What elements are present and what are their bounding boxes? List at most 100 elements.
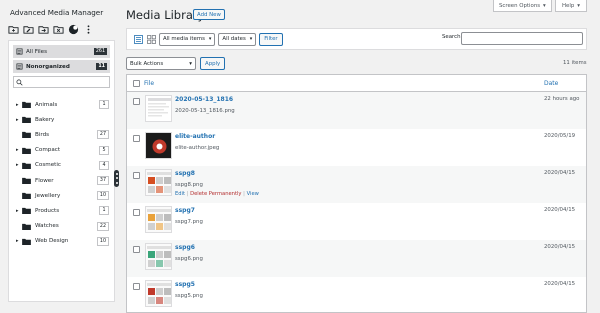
- bulk-actions-value: Bulk Actions: [130, 60, 164, 67]
- row-checkbox[interactable]: [133, 209, 140, 216]
- folder-name: Bakery: [35, 116, 55, 123]
- folder-item[interactable]: ▸ Products 1: [9, 203, 114, 218]
- thumbnail-image[interactable]: [145, 280, 172, 307]
- search-label: Search: [442, 34, 461, 40]
- count-badge: 11: [96, 63, 107, 70]
- filter-label: Nonorganized: [26, 63, 70, 70]
- items-count: 11 items: [563, 60, 587, 66]
- grid-view-icon[interactable]: [146, 34, 156, 44]
- rename-folder-icon[interactable]: [23, 24, 34, 35]
- thumbnail-image[interactable]: [145, 243, 172, 270]
- folder-count: 10: [96, 236, 109, 246]
- screen-options-button[interactable]: Screen Options ▾: [493, 0, 552, 12]
- column-file[interactable]: File: [144, 80, 154, 87]
- media-filename: elite-author.jpeg: [175, 145, 220, 151]
- move-folder-icon[interactable]: [38, 24, 49, 35]
- folder-item[interactable]: Birds 27: [9, 127, 114, 142]
- media-type-select[interactable]: All media items ▾: [159, 32, 216, 46]
- panel-resize-handle[interactable]: [114, 170, 119, 187]
- media-title-link[interactable]: sspg6: [175, 244, 195, 251]
- folder-name: Animals: [35, 101, 58, 108]
- search-icon: [16, 79, 23, 86]
- bulk-actions-select[interactable]: Bulk Actions ▾: [126, 57, 196, 70]
- folder-name: Jewellery: [35, 192, 61, 199]
- folder-search-input[interactable]: [13, 76, 110, 88]
- new-folder-icon[interactable]: [8, 24, 19, 35]
- help-label: Help: [562, 2, 575, 9]
- media-title-link[interactable]: sspg7: [175, 207, 195, 214]
- folder-name: Products: [35, 207, 60, 214]
- add-new-button[interactable]: Add New: [193, 9, 225, 20]
- files-icon: [16, 63, 23, 70]
- column-date[interactable]: Date: [544, 80, 558, 87]
- table-row: sspg5 sspg5.png 2020/04/15: [127, 277, 586, 312]
- thumbnail-image[interactable]: [145, 132, 172, 159]
- filter-all-files[interactable]: All Files 261: [13, 45, 110, 58]
- thumbnail-image[interactable]: [145, 169, 172, 196]
- folder-icon: [22, 147, 31, 154]
- folder-count: 4: [99, 160, 109, 170]
- media-type-value: All media items: [163, 36, 205, 42]
- media-date: 22 hours ago: [544, 96, 580, 102]
- row-checkbox[interactable]: [133, 98, 140, 105]
- media-date: 2020/04/15: [544, 281, 576, 287]
- media-title-link[interactable]: elite-author: [175, 133, 215, 140]
- apply-button[interactable]: Apply: [200, 57, 226, 70]
- delete-permanently-link[interactable]: Delete Permanently: [190, 191, 241, 197]
- media-manager-panel: Advanced Media Manager All Files 261 Non…: [4, 0, 115, 313]
- media-filename: sspg7.png: [175, 219, 203, 225]
- folder-item[interactable]: Watches 22: [9, 219, 114, 234]
- media-title-link[interactable]: sspg8: [175, 170, 195, 177]
- theme-icon[interactable]: [68, 24, 79, 35]
- filter-button[interactable]: Filter: [259, 32, 283, 46]
- folder-item[interactable]: ▸ Cosmetic 4: [9, 158, 114, 173]
- folder-item[interactable]: ▸ Animals 1: [9, 97, 114, 112]
- folder-icon: [22, 223, 31, 230]
- folder-icon: [22, 117, 31, 124]
- folder-item[interactable]: ▸ Compact 5: [9, 143, 114, 158]
- media-filename: sspg8.png: [175, 182, 203, 188]
- media-title-link[interactable]: sspg5: [175, 281, 195, 288]
- folder-box: All Files 261 Nonorganized 11 ▸ Animals 1 ▸…: [8, 40, 115, 302]
- panel-title: Advanced Media Manager: [10, 8, 104, 17]
- row-checkbox[interactable]: [133, 246, 140, 253]
- count-badge: 261: [93, 48, 107, 55]
- folder-item[interactable]: ▸ Web Design 10: [9, 234, 114, 249]
- row-checkbox[interactable]: [133, 283, 140, 290]
- folder-icon: [22, 132, 31, 139]
- screen-options-label: Screen Options: [499, 2, 541, 9]
- filter-label: All Files: [26, 48, 47, 55]
- folder-item[interactable]: Jewellery 10: [9, 188, 114, 203]
- list-view-icon[interactable]: [133, 34, 143, 44]
- date-select[interactable]: All dates ▾: [218, 32, 257, 46]
- more-options-icon[interactable]: [83, 24, 94, 35]
- view-link[interactable]: View: [247, 191, 259, 197]
- chevron-down-icon: ▾: [189, 60, 192, 67]
- folder-icon: [22, 208, 31, 215]
- thumbnail-image[interactable]: [145, 95, 172, 122]
- media-filename: sspg6.png: [175, 256, 203, 262]
- row-checkbox[interactable]: [133, 135, 140, 142]
- select-all-checkbox[interactable]: [133, 79, 140, 87]
- folder-count: 1: [99, 100, 109, 110]
- folder-count: 5: [99, 145, 109, 155]
- row-checkbox[interactable]: [133, 172, 140, 179]
- folder-item[interactable]: Flower 37: [9, 173, 114, 188]
- delete-folder-icon[interactable]: [53, 24, 64, 35]
- edit-link[interactable]: Edit: [175, 191, 185, 197]
- thumbnail-image[interactable]: [145, 206, 172, 233]
- media-title-link[interactable]: 2020-05-13_1816: [175, 96, 233, 103]
- media-filename: sspg5.png: [175, 293, 203, 299]
- filter-nonorganized[interactable]: Nonorganized 11: [13, 60, 110, 73]
- row-actions: Edit | Delete Permanently | View: [175, 191, 259, 197]
- media-date: 2020/04/15: [544, 170, 576, 176]
- chevron-down-icon: ▾: [208, 36, 212, 42]
- caret-down-icon: ▾: [543, 2, 546, 9]
- folder-count: 37: [96, 176, 109, 186]
- search-input[interactable]: [461, 32, 583, 45]
- folder-tree: ▸ Animals 1 ▸ Bakery Birds 27 ▸ Compact 5 ▸ Cosmeti…: [9, 97, 114, 249]
- folder-name: Cosmetic: [35, 162, 61, 169]
- folder-item[interactable]: ▸ Bakery: [9, 112, 114, 127]
- media-filter-bar: All media items ▾ All dates ▾ Filter Sea…: [126, 28, 587, 50]
- help-button[interactable]: Help ▾: [555, 0, 588, 12]
